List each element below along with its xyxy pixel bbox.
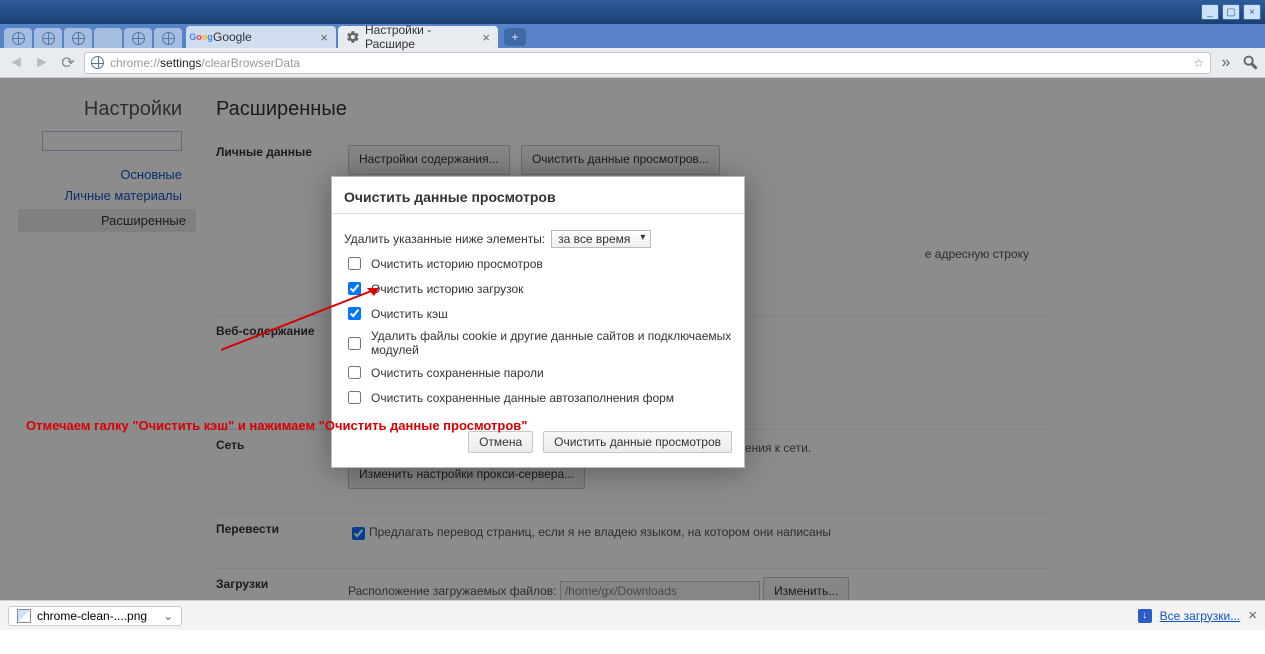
dialog-checkbox-row[interactable]: Очистить историю просмотров — [344, 254, 732, 273]
page-viewport: Настройки Основные Личные материалы Расш… — [0, 78, 1265, 630]
section-label: Веб-содержание — [216, 324, 324, 405]
window-minimize-button[interactable]: _ — [1201, 4, 1219, 20]
section-label: Перевести — [216, 522, 324, 544]
sidebar-item-advanced[interactable]: Расширенные — [18, 209, 196, 232]
overflow-icon[interactable]: » — [1217, 54, 1235, 72]
clear-data-confirm-button[interactable]: Очистить данные просмотров — [543, 431, 732, 453]
dialog-checkbox-label: Очистить сохраненные пароли — [371, 366, 544, 380]
annotation-text: Отмечаем галку "Очистить кэш" и нажимаем… — [26, 418, 527, 433]
show-all-downloads-link[interactable]: Все загрузки... — [1160, 609, 1241, 623]
globe-icon — [91, 56, 104, 69]
page-title: Расширенные — [216, 98, 1049, 121]
chevron-down-icon[interactable]: ⌄ — [163, 609, 173, 623]
globe-icon — [132, 32, 145, 45]
window-close-button[interactable]: × — [1243, 4, 1261, 20]
dialog-checkbox-row[interactable]: Очистить сохраненные данные автозаполнен… — [344, 388, 732, 407]
url-host: settings — [160, 56, 201, 70]
download-chip[interactable]: chrome-clean-....png ⌄ — [8, 606, 182, 626]
omnibox[interactable]: chrome:// settings /clearBrowserData ☆ — [84, 52, 1211, 74]
dialog-checkbox-label: Очистить кэш — [371, 307, 448, 321]
globe-icon — [42, 32, 55, 45]
back-button[interactable]: ◄ — [6, 53, 26, 73]
settings-favicon — [346, 30, 360, 44]
window-maximize-button[interactable]: ▢ — [1222, 4, 1240, 20]
tab-close-icon[interactable]: × — [320, 30, 328, 45]
browser-toolbar: ◄ ► ⟳ chrome:// settings /clearBrowserDa… — [0, 48, 1265, 78]
url-path: /clearBrowserData — [201, 56, 300, 70]
dialog-title: Очистить данные просмотров — [332, 177, 744, 214]
image-file-icon — [17, 609, 31, 623]
tab-strip: Goog Google × Настройки - Расшире × + — [0, 24, 1265, 48]
settings-title: Настройки — [18, 98, 182, 121]
dialog-checkbox[interactable] — [348, 282, 361, 295]
download-arrow-icon: ↓ — [1138, 609, 1152, 623]
dialog-checkbox-label: Очистить историю загрузок — [371, 282, 523, 296]
delete-range-label: Удалить указанные ниже элементы: — [344, 232, 545, 246]
background-tab[interactable] — [124, 28, 152, 48]
tab-label: Настройки - Расшире — [365, 23, 464, 51]
close-shelf-icon[interactable]: × — [1248, 607, 1257, 624]
settings-sidebar: Настройки Основные Личные материалы Расш… — [18, 78, 196, 630]
dialog-checkbox-row[interactable]: Удалить файлы cookie и другие данные сай… — [344, 329, 732, 357]
section-label: Сеть — [216, 438, 324, 489]
section-translate: Перевести Предлагать перевод страниц, ес… — [216, 513, 1049, 544]
background-tab[interactable] — [64, 28, 92, 48]
translate-checkbox[interactable] — [352, 527, 365, 540]
reload-button[interactable]: ⟳ — [58, 53, 78, 73]
tab-settings[interactable]: Настройки - Расшире × — [338, 26, 498, 48]
downloads-shelf: chrome-clean-....png ⌄ ↓ Все загрузки...… — [0, 600, 1265, 630]
background-tab[interactable] — [4, 28, 32, 48]
forward-button[interactable]: ► — [32, 53, 52, 73]
tab-label: Google — [213, 30, 252, 44]
dialog-checkbox[interactable] — [348, 391, 361, 404]
download-path-label: Расположение загружаемых файлов: — [348, 584, 556, 598]
cancel-button[interactable]: Отмена — [468, 431, 533, 453]
globe-icon — [12, 32, 25, 45]
dialog-checkbox-row[interactable]: Очистить сохраненные пароли — [344, 363, 732, 382]
tab-google[interactable]: Goog Google × — [186, 26, 336, 48]
dialog-checkbox[interactable] — [348, 257, 361, 270]
globe-icon — [162, 32, 175, 45]
dialog-checkbox[interactable] — [348, 366, 361, 379]
background-tab-group — [4, 24, 184, 48]
bookmark-star-icon[interactable]: ☆ — [1193, 56, 1204, 70]
settings-search-input[interactable] — [42, 131, 182, 151]
dialog-checkbox[interactable] — [348, 307, 361, 320]
new-tab-button[interactable]: + — [504, 28, 526, 46]
dialog-checkbox-label: Удалить файлы cookie и другие данные сай… — [371, 329, 732, 357]
google-favicon: Goog — [194, 30, 208, 44]
tab-close-icon[interactable]: × — [482, 30, 490, 45]
dialog-checkbox-label: Очистить историю просмотров — [371, 257, 543, 271]
dialog-checkbox-row[interactable]: Очистить историю загрузок — [344, 279, 732, 298]
download-path-field[interactable] — [560, 581, 760, 601]
dialog-checkbox[interactable] — [348, 337, 361, 350]
clear-browsing-data-button[interactable]: Очистить данные просмотров... — [521, 145, 720, 175]
background-tab[interactable] — [94, 28, 122, 48]
translate-checkbox-row[interactable]: Предлагать перевод страниц, если я не вл… — [348, 525, 831, 539]
dialog-checkbox-row[interactable]: Очистить кэш — [344, 304, 732, 323]
url-scheme: chrome:// — [110, 56, 160, 70]
sidebar-item-personal[interactable]: Личные материалы — [18, 188, 182, 203]
background-tab[interactable] — [34, 28, 62, 48]
wrench-menu-icon[interactable] — [1241, 54, 1259, 72]
time-range-select[interactable]: за все время — [551, 230, 651, 248]
dialog-checkbox-label: Очистить сохраненные данные автозаполнен… — [371, 391, 674, 405]
window-titlebar: _ ▢ × — [0, 0, 1265, 24]
globe-icon — [72, 32, 85, 45]
content-settings-button[interactable]: Настройки содержания... — [348, 145, 510, 175]
background-tab[interactable] — [154, 28, 182, 48]
download-filename: chrome-clean-....png — [37, 609, 147, 623]
sidebar-item-basics[interactable]: Основные — [18, 167, 182, 182]
section-label: Личные данные — [216, 145, 324, 265]
